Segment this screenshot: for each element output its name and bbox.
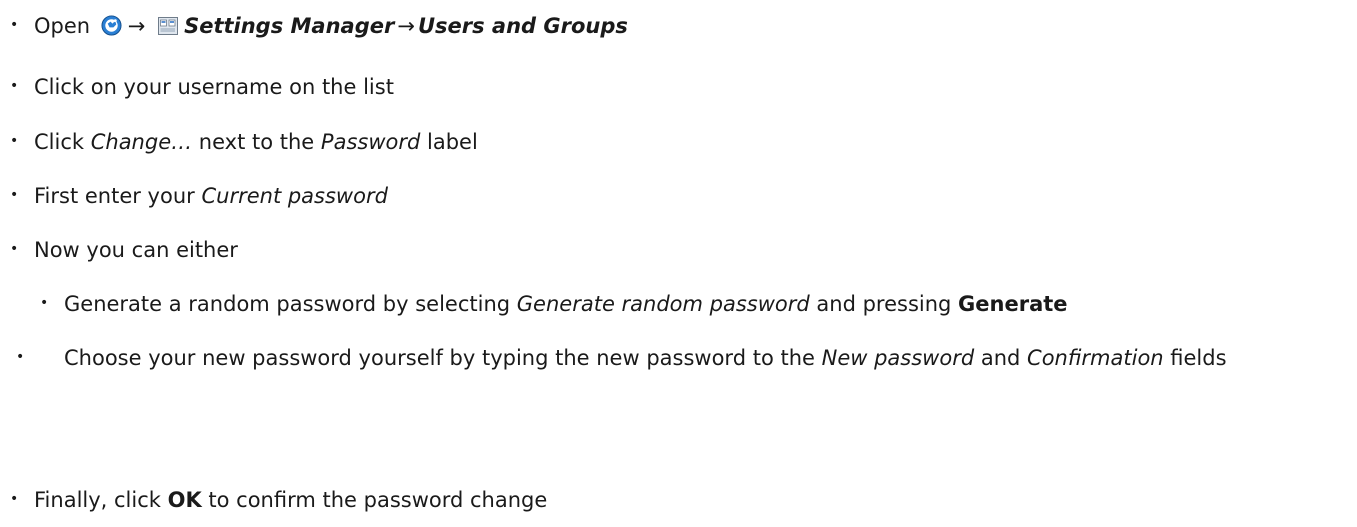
step-text: label — [420, 130, 478, 154]
bullet: • — [10, 491, 19, 507]
step-open-text: Open — [34, 14, 91, 38]
step-open: • Open → Settings Manager → Users and Group… — [10, 12, 1337, 41]
arrow: → — [397, 14, 415, 38]
generate-random-password-label: Generate random password — [516, 292, 810, 316]
substep-choose: • Choose your new password yourself by ty… — [16, 344, 1354, 373]
settings-manager-label: Settings Manager — [184, 14, 395, 38]
step-text: next to the — [192, 130, 321, 154]
step-text: and — [974, 346, 1028, 370]
generate-button-label: Generate — [958, 292, 1068, 316]
bullet: • — [40, 295, 49, 311]
bullet: • — [10, 241, 19, 257]
step-text: fields — [1163, 346, 1227, 370]
bullet: • — [16, 349, 25, 365]
step-click-username: • Click on your username on the list — [10, 73, 1337, 102]
arrow: → — [127, 14, 146, 38]
bullet: • — [10, 78, 19, 94]
users-and-groups-label: Users and Groups — [417, 14, 628, 38]
substep-generate: • Generate a random password by selecting… — [40, 290, 1337, 319]
ok-button-label: OK — [167, 488, 202, 512]
confirmation-label: Confirmation — [1027, 346, 1164, 370]
instruction-list: • Open → Settings Manager → Users and Group… — [0, 0, 1357, 527]
step-text: Choose your new password yourself by typ… — [64, 346, 822, 370]
step-text: Generate a random password by selecting — [64, 292, 517, 316]
step-text: Finally, click — [34, 488, 168, 512]
step-text: First enter your — [34, 184, 202, 208]
step-either: • Now you can either — [10, 236, 1337, 265]
step-text: and pressing — [809, 292, 959, 316]
xfce-menu-icon — [101, 15, 122, 36]
step-click-change: • Click Change… next to the Password labe… — [10, 128, 1337, 157]
change-button-label: Change… — [90, 130, 193, 154]
settings-manager-icon — [158, 17, 179, 35]
step-current-password: • First enter your Current password — [10, 182, 1337, 211]
bullet: • — [10, 133, 19, 149]
bullet: • — [10, 187, 19, 203]
current-password-label: Current password — [201, 184, 388, 208]
step-text: to confirm the password change — [201, 488, 548, 512]
new-password-label: New password — [821, 346, 975, 370]
step-text: Click — [34, 130, 91, 154]
step-finally: • Finally, click OK to confirm the passwo… — [10, 486, 1337, 515]
password-label: Password — [320, 130, 421, 154]
step-text: Click on your username on the list — [34, 75, 394, 99]
step-text: Now you can either — [34, 238, 238, 262]
bullet: • — [10, 17, 19, 33]
